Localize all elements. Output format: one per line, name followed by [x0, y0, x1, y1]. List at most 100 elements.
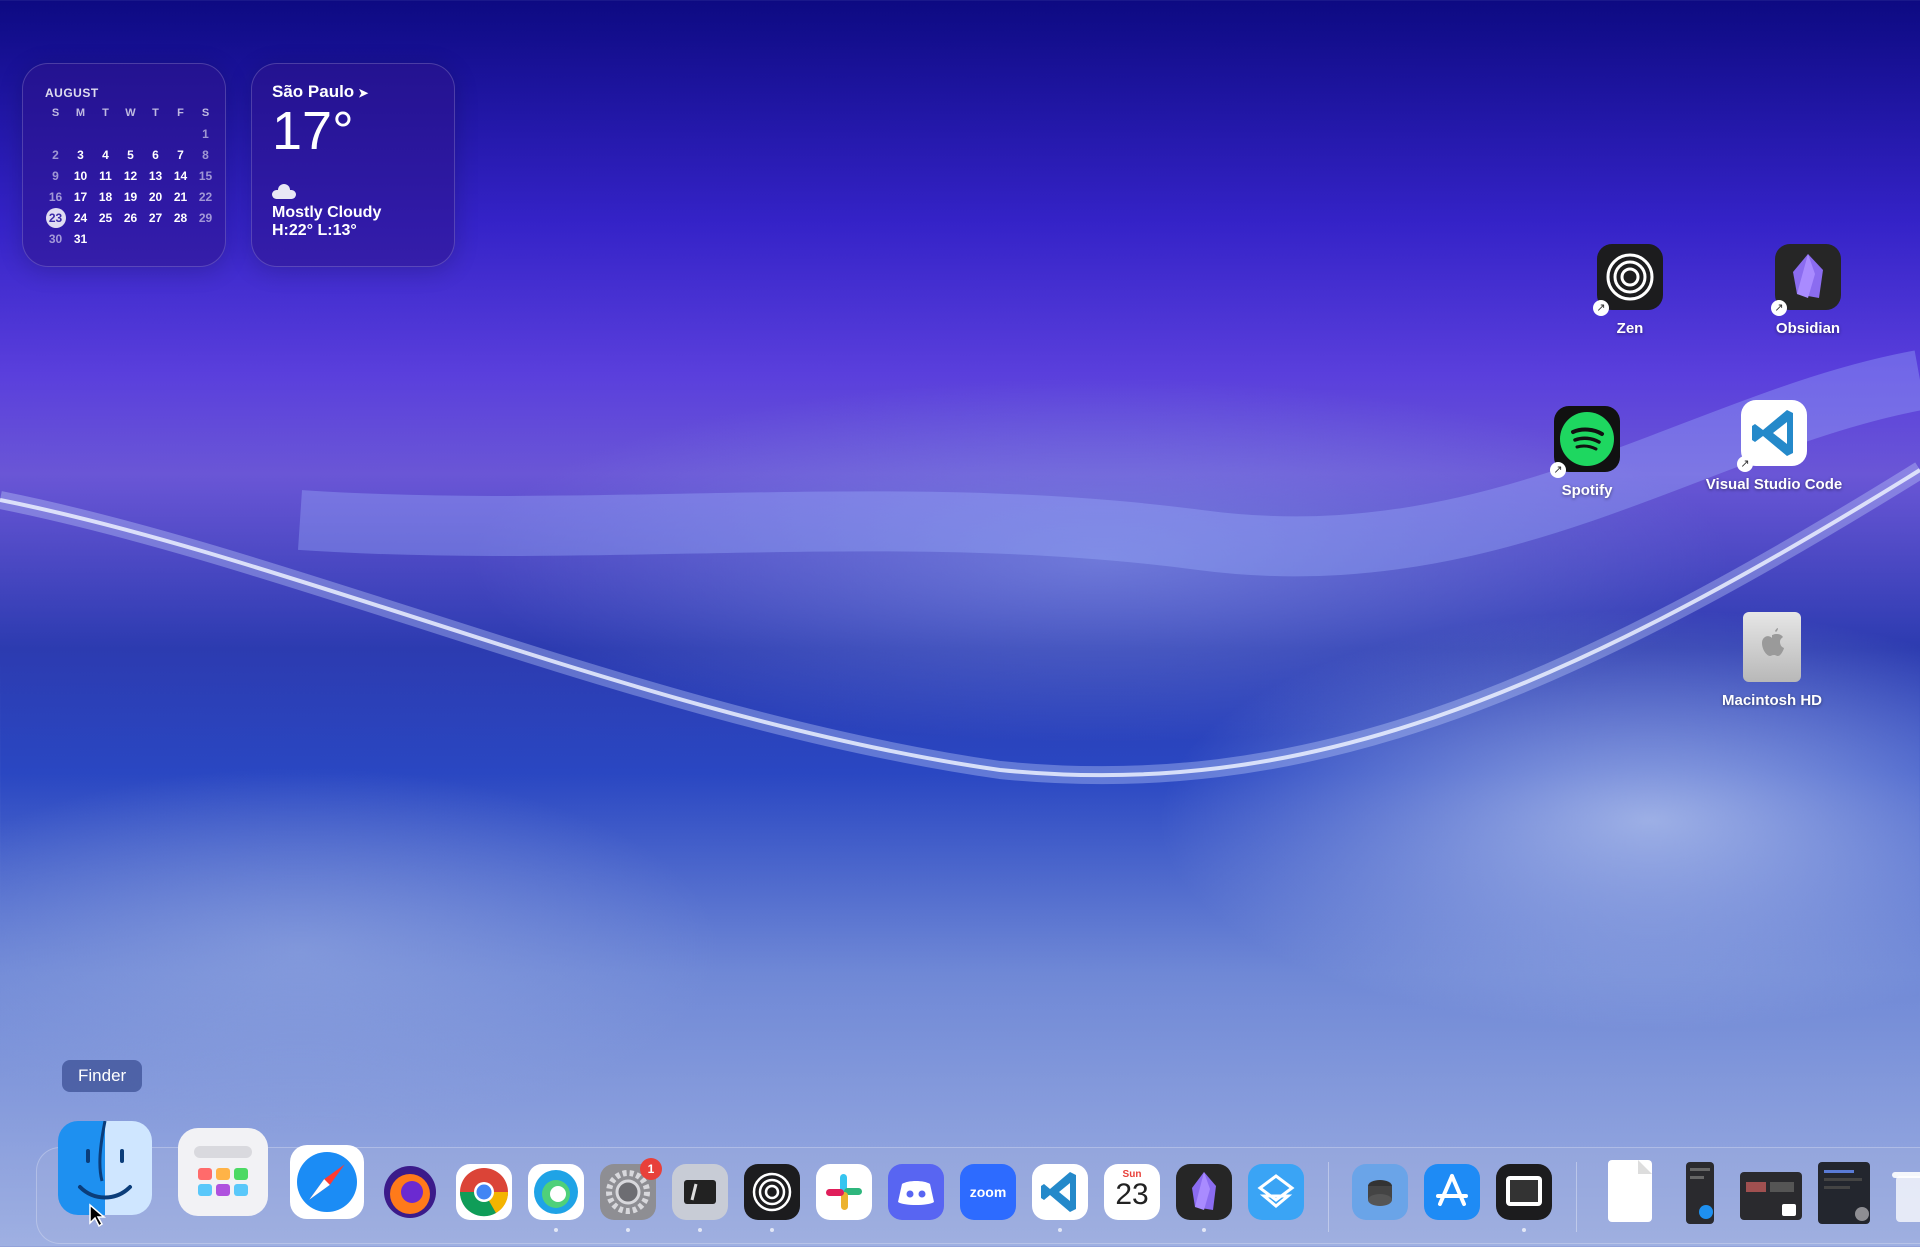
dock-safari[interactable] — [290, 1145, 364, 1219]
dock-vscode[interactable] — [1032, 1164, 1088, 1232]
dock-calendar[interactable]: Sun 23 — [1104, 1164, 1160, 1220]
firefox-icon — [384, 1166, 436, 1218]
running-indicator — [1058, 1228, 1062, 1232]
calendar-day: 28 — [173, 211, 188, 225]
calendar-day: 19 — [123, 190, 138, 204]
dock-launchpad[interactable] — [178, 1128, 268, 1216]
calendar-day: 9 — [52, 169, 59, 183]
calendar-month: AUGUST — [45, 86, 99, 100]
dock-app-store[interactable] — [1424, 1164, 1480, 1220]
desktop-icon-spotify[interactable]: ↗ Spotify — [1507, 406, 1667, 499]
calendar-day: 4 — [102, 148, 109, 162]
calendar-day: 14 — [173, 169, 188, 183]
desktop-icon-zen[interactable]: ↗ Zen — [1550, 244, 1710, 337]
weather-condition: Mostly Cloudy — [272, 204, 382, 221]
app-store-icon — [1436, 1174, 1468, 1206]
calendar-day — [43, 125, 68, 143]
alias-arrow-icon: ↗ — [1737, 456, 1753, 472]
dock-slack[interactable] — [816, 1164, 872, 1220]
calendar-day — [143, 125, 168, 143]
dock-layers-app[interactable] — [1248, 1164, 1304, 1220]
dock-trash[interactable] — [1890, 1168, 1920, 1224]
dock-stack-2[interactable] — [1740, 1172, 1802, 1220]
stack-thumbnail-icon — [1824, 1170, 1869, 1221]
window-app-icon — [684, 1180, 716, 1204]
calendar-day: 6 — [152, 148, 159, 162]
weather-city: São Paulo ➤ — [272, 82, 434, 102]
dock-screenshot-app[interactable] — [1496, 1164, 1552, 1232]
calendar-day: 21 — [173, 190, 188, 204]
dock-stack-1[interactable] — [1686, 1162, 1714, 1224]
dock-zen[interactable] — [744, 1164, 800, 1232]
dock-disk-utility[interactable] — [1352, 1164, 1408, 1220]
weekday-label: S — [51, 107, 60, 119]
calendar-day: 11 — [99, 169, 112, 183]
calendar-day: 27 — [148, 211, 163, 225]
safari-icon — [297, 1152, 357, 1212]
obsidian-icon — [1192, 1172, 1216, 1210]
dock-separator — [1328, 1162, 1329, 1232]
alias-arrow-icon: ↗ — [1771, 300, 1787, 316]
desktop-icon-vscode[interactable]: ↗ Visual Studio Code — [1694, 400, 1854, 493]
hard-drive-icon — [1743, 612, 1801, 682]
zen-icon — [752, 1172, 792, 1212]
dock-edge[interactable] — [528, 1164, 584, 1232]
calendar-day — [93, 125, 118, 143]
calendar-day: 10 — [73, 169, 88, 183]
calendar-day: 24 — [73, 211, 88, 225]
running-indicator — [698, 1228, 702, 1232]
desktop-icon-macintosh-hd[interactable]: Macintosh HD — [1692, 612, 1852, 709]
calendar-today: 23 — [45, 208, 66, 228]
alias-arrow-icon: ↗ — [1550, 462, 1566, 478]
weather-widget[interactable]: São Paulo ➤ 17° Mostly Cloudy H:22° L:13° — [251, 63, 455, 267]
dock-system-settings[interactable]: 1 — [600, 1158, 662, 1232]
dock-discord[interactable] — [888, 1164, 944, 1220]
dock-finder[interactable] — [58, 1121, 152, 1215]
calendar-widget[interactable]: AUGUST S M T W T F S 1 2 3 4 5 6 7 8 9 1… — [22, 63, 226, 267]
location-arrow-icon: ➤ — [358, 86, 369, 100]
calendar-day: 29 — [198, 211, 213, 225]
weekday-label: F — [177, 107, 184, 119]
calendar-day: 22 — [198, 190, 213, 204]
cloud-icon — [272, 184, 296, 199]
calendar-grid: S M T W T F S 1 2 3 4 5 6 7 8 9 10 11 12… — [43, 104, 212, 248]
desktop-icon-label: Zen — [1616, 320, 1644, 337]
weather-city-name: São Paulo — [272, 82, 355, 101]
calendar-day: 25 — [98, 211, 113, 225]
dock-stack-3[interactable] — [1818, 1162, 1870, 1224]
weekday-label: T — [152, 107, 159, 119]
desktop-icon-label: Spotify — [1561, 482, 1613, 499]
weekday-label: W — [125, 107, 136, 119]
dock-tooltip: Finder — [62, 1060, 143, 1092]
dock-chrome[interactable] — [456, 1164, 512, 1220]
calendar-day: 13 — [148, 169, 163, 183]
document-icon — [1638, 1160, 1652, 1174]
calendar-day: 1 — [202, 127, 209, 141]
dock-window-app[interactable] — [672, 1164, 728, 1232]
stack-thumbnail-icon — [1690, 1168, 1713, 1219]
running-indicator — [770, 1228, 774, 1232]
calendar-date: 23 — [1115, 1178, 1149, 1211]
calendar-day: 2 — [52, 148, 59, 162]
desktop-icon-label: Macintosh HD — [1721, 692, 1822, 709]
zoom-logo: zoom — [969, 1184, 1007, 1200]
notification-badge: 1 — [640, 1158, 662, 1180]
disk-utility-icon — [1368, 1180, 1392, 1206]
weekday-label: S — [201, 107, 210, 119]
weekday-label: M — [75, 107, 86, 119]
screenshot-icon — [1506, 1176, 1542, 1206]
desktop-icon-obsidian[interactable]: ↗ Obsidian — [1728, 244, 1888, 337]
spotify-icon: ↗ — [1550, 406, 1620, 478]
dock-obsidian[interactable] — [1176, 1164, 1232, 1232]
desktop-icon-label: Obsidian — [1775, 320, 1841, 337]
calendar-day: 31 — [73, 232, 88, 246]
calendar-day — [68, 125, 93, 143]
stack-thumbnail-icon — [1746, 1182, 1796, 1216]
dock-separator — [1576, 1162, 1577, 1232]
zen-icon: ↗ — [1593, 244, 1663, 316]
calendar-day: 30 — [48, 232, 63, 246]
calendar-day — [168, 125, 193, 143]
dock-firefox[interactable] — [382, 1164, 438, 1220]
dock-zoom[interactable]: zoom — [960, 1164, 1016, 1220]
dock-document[interactable] — [1608, 1160, 1652, 1222]
